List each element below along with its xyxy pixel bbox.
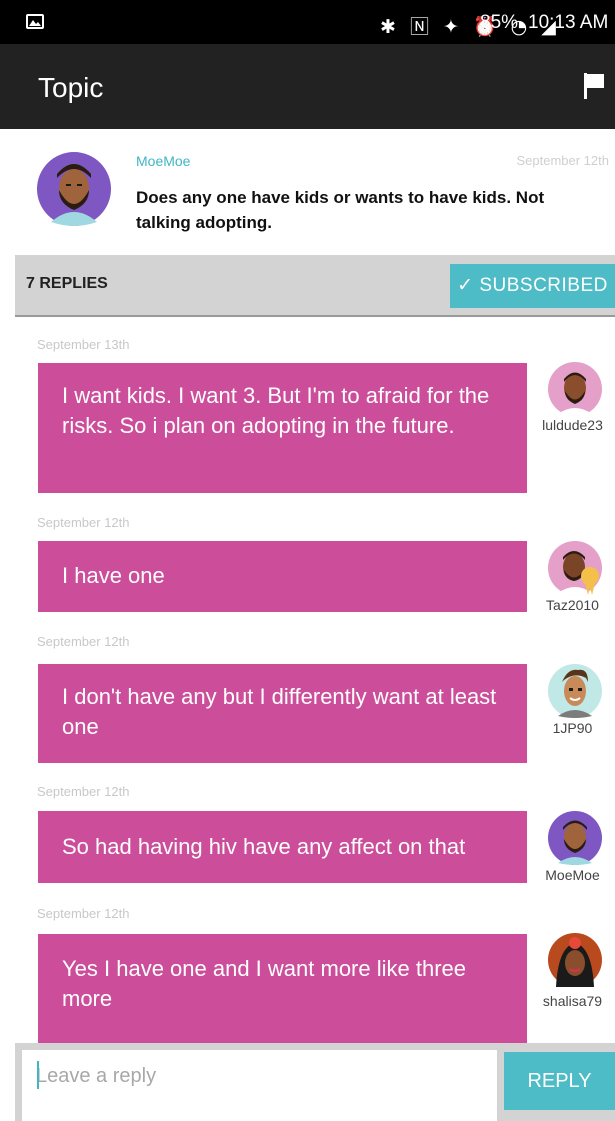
topic-post: MoeMoe September 12th Does any one have …: [0, 129, 615, 255]
subscribe-button[interactable]: ✓ SUBSCRIBED: [450, 264, 615, 308]
avatar[interactable]: [548, 664, 602, 718]
message-date: September 12th: [37, 784, 130, 799]
avatar[interactable]: [548, 541, 602, 595]
message-date: September 12th: [37, 515, 130, 530]
flag-icon[interactable]: [583, 72, 605, 100]
page-title: Topic: [38, 72, 104, 103]
avatar[interactable]: [548, 811, 602, 865]
message-bubble[interactable]: I don't have any but I differently want …: [38, 664, 527, 763]
reply-input[interactable]: [22, 1050, 497, 1121]
message-bubble[interactable]: Yes I have one and I want more like thre…: [38, 934, 527, 1043]
app-bar: Topic: [0, 44, 615, 129]
topic-date: September 12th: [516, 153, 609, 168]
message-username[interactable]: Taz2010: [530, 597, 615, 613]
text-cursor: [37, 1061, 39, 1089]
message-username[interactable]: shalisa79: [530, 993, 615, 1009]
avatar[interactable]: [548, 933, 602, 987]
topic-author[interactable]: MoeMoe: [136, 153, 190, 169]
message-date: September 12th: [37, 906, 130, 921]
message-username[interactable]: luldude23: [530, 417, 615, 433]
replies-count: 7 REPLIES: [26, 275, 108, 292]
clock: 10:13 AM: [528, 12, 609, 33]
battery-level: 85%: [480, 12, 519, 33]
avatar[interactable]: [548, 362, 602, 416]
message-username[interactable]: MoeMoe: [530, 867, 615, 883]
topic-text: Does any one have kids or wants to have …: [136, 188, 545, 232]
gallery-notification-icon: [26, 14, 44, 29]
message-username[interactable]: 1JP90: [530, 720, 615, 736]
reply-button[interactable]: REPLY: [504, 1052, 615, 1110]
reply-bar: REPLY: [15, 1043, 615, 1121]
message-date: September 13th: [37, 337, 130, 352]
message-bubble[interactable]: So had having hiv have any affect on tha…: [38, 811, 527, 883]
screen: ✱ 🄽 ✦ ⏰ ◔ ◢ 85% 10:13 AM Topic MoeMoe Se…: [0, 0, 615, 1121]
replies-bar: 7 REPLIES ✓ SUBSCRIBED: [15, 255, 615, 317]
message-bubble[interactable]: I want kids. I want 3. But I'm to afraid…: [38, 363, 527, 493]
avatar[interactable]: [37, 152, 111, 226]
message-bubble[interactable]: I have one: [38, 541, 527, 612]
status-bar: ✱ 🄽 ✦ ⏰ ◔ ◢ 85% 10:13 AM: [0, 0, 615, 44]
message-date: September 12th: [37, 634, 130, 649]
